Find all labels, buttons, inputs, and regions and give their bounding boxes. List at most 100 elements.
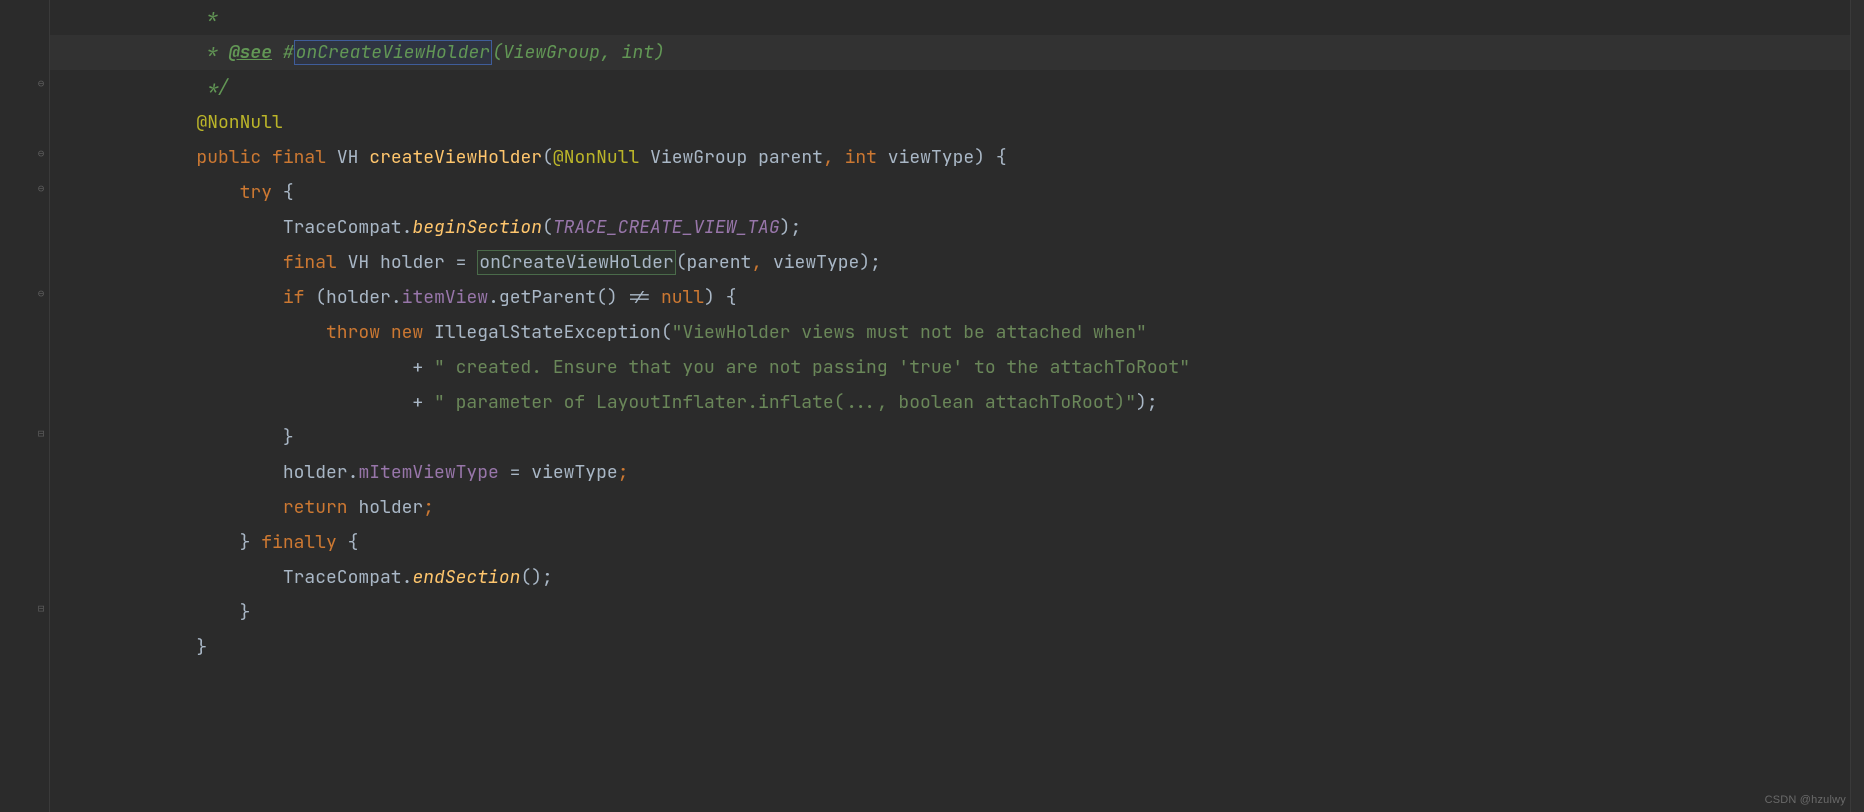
- fold-marker-icon[interactable]: ⊖: [36, 149, 46, 159]
- paren: ();: [520, 566, 552, 589]
- code-line[interactable]: }: [50, 420, 1864, 455]
- fold-marker-icon[interactable]: ⊖: [36, 289, 46, 299]
- var-type: VH: [348, 251, 370, 274]
- paren: );: [1136, 391, 1158, 414]
- space: [337, 531, 348, 554]
- equals: =: [456, 251, 467, 274]
- keyword-if: if: [283, 286, 305, 309]
- code-editor[interactable]: ⊖ ⊖ ⊖ ⊖ ⊟ ⊟ * * @see #onCreateViewHolder…: [0, 0, 1864, 812]
- method-call-highlight[interactable]: onCreateViewHolder: [477, 250, 675, 275]
- arg: viewType: [773, 251, 859, 274]
- javadoc-star: *: [207, 6, 218, 29]
- space: [499, 461, 510, 484]
- code-line[interactable]: TraceCompat.beginSection(TRACE_CREATE_VI…: [50, 210, 1864, 245]
- code-line[interactable]: throw new IllegalStateException("ViewHol…: [50, 315, 1864, 350]
- param-name: parent: [758, 146, 823, 169]
- brace: {: [726, 286, 737, 309]
- space: [985, 146, 996, 169]
- code-line[interactable]: final VH holder = onCreateViewHolder(par…: [50, 245, 1864, 280]
- class-ref: TraceCompat: [283, 566, 402, 589]
- indent: [110, 41, 207, 64]
- paren: (): [596, 286, 618, 309]
- keyword-final: final: [272, 146, 326, 169]
- class-ref: IllegalStateException: [434, 321, 661, 344]
- keyword-final: final: [283, 251, 337, 274]
- code-line[interactable]: + " parameter of LayoutInflater.inflate(…: [50, 385, 1864, 420]
- annotation: @NonNull: [553, 146, 639, 169]
- code-line[interactable]: try {: [50, 175, 1864, 210]
- method-call: beginSection: [412, 216, 542, 239]
- space: [380, 321, 391, 344]
- fold-marker-icon[interactable]: ⊟: [36, 604, 46, 614]
- code-line[interactable]: } finally {: [50, 525, 1864, 560]
- arg: parent: [687, 251, 752, 274]
- semicolon: ;: [423, 496, 434, 519]
- code-line[interactable]: }: [50, 595, 1864, 630]
- indent: [110, 286, 283, 309]
- indent: [110, 321, 326, 344]
- code-line[interactable]: return holder;: [50, 490, 1864, 525]
- code-line[interactable]: TraceCompat.endSection();: [50, 560, 1864, 595]
- space: [369, 251, 380, 274]
- indent: [110, 601, 240, 624]
- comma: ,: [751, 251, 762, 274]
- paren: ): [704, 286, 715, 309]
- space: [762, 251, 773, 274]
- code-line[interactable]: *: [50, 0, 1864, 35]
- javadoc-link-highlight[interactable]: onCreateViewHolder: [294, 40, 492, 65]
- indent: [110, 216, 283, 239]
- space: [445, 251, 456, 274]
- space: [618, 286, 629, 309]
- fold-marker-icon[interactable]: ⊖: [36, 184, 46, 194]
- constant: TRACE_CREATE_VIEW_TAG: [553, 216, 780, 239]
- paren: (: [676, 251, 687, 274]
- vertical-scrollbar[interactable]: [1850, 0, 1864, 812]
- code-area[interactable]: * * @see #onCreateViewHolder(ViewGroup, …: [50, 0, 1864, 812]
- class-ref: TraceCompat: [283, 216, 402, 239]
- code-line[interactable]: if (holder.itemView.getParent() != null)…: [50, 280, 1864, 315]
- code-line[interactable]: */: [50, 70, 1864, 105]
- var-ref: holder: [326, 286, 391, 309]
- code-line[interactable]: }: [50, 630, 1864, 665]
- brace: {: [996, 146, 1007, 169]
- indent: [110, 391, 412, 414]
- var-ref: holder: [283, 461, 348, 484]
- paren: (: [542, 216, 553, 239]
- var-name: holder: [380, 251, 445, 274]
- brace: }: [196, 636, 207, 659]
- field-ref: itemView: [402, 286, 488, 309]
- space: [348, 496, 359, 519]
- indent: [110, 356, 412, 379]
- param-name: viewType: [888, 146, 974, 169]
- code-line[interactable]: @NonNull: [50, 105, 1864, 140]
- space: [337, 251, 348, 274]
- indent: [110, 6, 207, 29]
- string-literal: " created. Ensure that you are not passi…: [434, 356, 1190, 379]
- code-line[interactable]: + " created. Ensure that you are not pas…: [50, 350, 1864, 385]
- paren: (: [315, 286, 326, 309]
- indent: [110, 76, 207, 99]
- javadoc-see-tag: @see: [229, 41, 272, 64]
- indent: [110, 566, 283, 589]
- space: [304, 286, 315, 309]
- var-ref: holder: [358, 496, 423, 519]
- code-line[interactable]: holder.mItemViewType = viewType;: [50, 455, 1864, 490]
- space: [650, 286, 661, 309]
- method-call: endSection: [412, 566, 520, 589]
- operator: +: [412, 356, 423, 379]
- gutter: ⊖ ⊖ ⊖ ⊖ ⊟ ⊟: [0, 0, 50, 812]
- method-name: createViewHolder: [369, 146, 542, 169]
- fold-marker-icon[interactable]: ⊖: [36, 79, 46, 89]
- code-line[interactable]: public final VH createViewHolder(@NonNul…: [50, 140, 1864, 175]
- dot: .: [402, 216, 413, 239]
- brace: }: [240, 601, 251, 624]
- javadoc-close: */: [207, 76, 229, 99]
- fold-marker-icon[interactable]: ⊟: [36, 429, 46, 439]
- space: [834, 146, 845, 169]
- hash: #: [283, 41, 294, 64]
- space: [272, 181, 283, 204]
- code-line[interactable]: * @see #onCreateViewHolder(ViewGroup, in…: [50, 35, 1864, 70]
- param-type: ViewGroup: [650, 146, 747, 169]
- indent: [110, 146, 196, 169]
- space: [358, 146, 369, 169]
